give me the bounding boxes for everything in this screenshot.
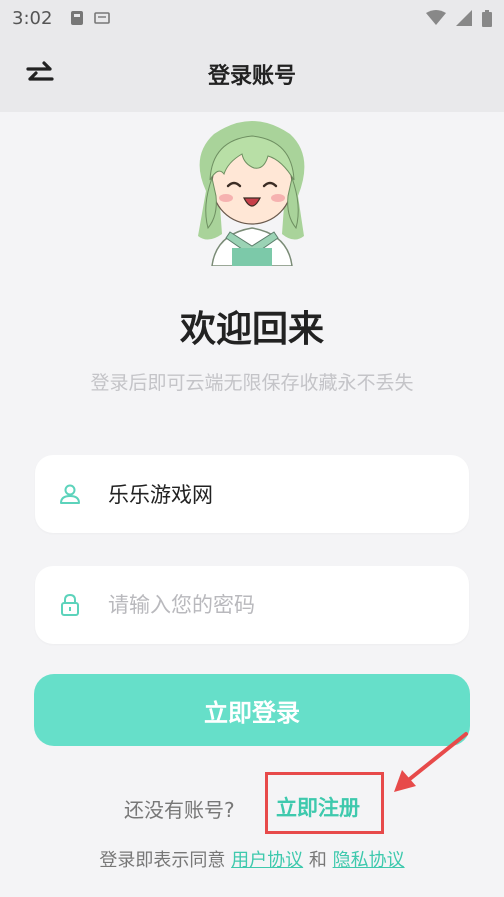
swap-arrows-icon <box>26 61 54 81</box>
wifi-icon <box>426 10 446 25</box>
agreement-prefix: 登录即表示同意 <box>99 850 226 871</box>
register-link[interactable]: 立即注册 <box>276 792 360 822</box>
status-system-icons <box>426 9 492 27</box>
app-bar: 登录账号 <box>0 36 504 112</box>
status-bar: 3:02 <box>0 0 504 36</box>
username-input[interactable] <box>108 482 408 506</box>
notification-cast-icon <box>94 12 111 24</box>
switch-account-button[interactable] <box>22 56 58 92</box>
page-title: 登录账号 <box>207 64 296 89</box>
welcome-title: 欢迎回来 <box>179 309 324 350</box>
notification-app-icon <box>71 11 84 25</box>
user-icon <box>58 482 82 506</box>
privacy-agreement-link[interactable]: 隐私协议 <box>333 850 405 871</box>
lock-icon <box>58 593 82 617</box>
agreement-text: 登录即表示同意 用户协议 和 隐私协议 <box>0 846 504 872</box>
password-field[interactable] <box>35 566 469 644</box>
signal-icon <box>456 10 472 26</box>
user-agreement-link[interactable]: 用户协议 <box>231 850 303 871</box>
agreement-and: 和 <box>308 850 327 871</box>
status-time: 3:02 <box>12 7 53 29</box>
welcome-subtitle: 登录后即可云端无限保存收藏永不丢失 <box>90 372 414 394</box>
avatar-illustration <box>198 121 305 266</box>
username-field[interactable] <box>35 455 469 533</box>
password-input[interactable] <box>108 593 408 617</box>
pointer-arrow-annotation <box>394 732 468 792</box>
battery-icon <box>482 9 492 27</box>
no-account-text: 还没有账号? <box>124 798 235 822</box>
status-notification-icons <box>70 10 111 26</box>
